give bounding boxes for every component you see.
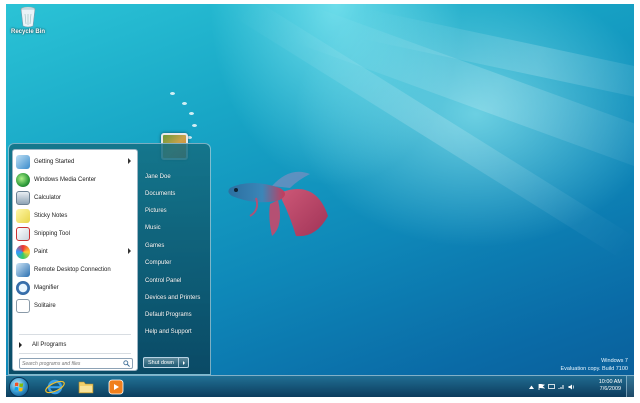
program-calculator[interactable]: Calculator [16,189,134,206]
expand-arrow-icon [19,342,22,348]
program-label: Snipping Tool [34,230,70,237]
program-windows-media-center[interactable]: Windows Media Center [16,171,134,188]
search-input[interactable] [22,359,122,368]
recycle-bin-icon [19,6,37,28]
taskbar: 10:00 AM 7/6/2009 [6,375,634,397]
separator [19,353,131,354]
taskbar-media-player[interactable] [102,377,130,397]
start-item-help-support[interactable]: Help and Support [145,326,192,338]
watermark-build: Evaluation copy. Build 7100 [560,366,628,372]
program-sticky-notes[interactable]: Sticky Notes [16,207,134,224]
betta-fish-image [228,171,328,237]
program-label: Windows Media Center [34,176,97,183]
scissors-icon [16,226,30,241]
start-button[interactable] [9,377,29,397]
volume-icon[interactable] [568,384,575,390]
bubble [189,112,194,115]
submenu-arrow-icon [128,248,131,254]
start-item-control-panel[interactable]: Control Panel [145,275,181,287]
program-label: Remote Desktop Connection [34,266,111,273]
all-programs-button[interactable]: All Programs [18,339,133,351]
internet-explorer-icon [45,379,65,395]
notification-area: 10:00 AM 7/6/2009 [522,376,634,397]
sticky-notes-icon [16,208,30,223]
taskbar-windows-explorer[interactable] [72,377,100,397]
program-getting-started[interactable]: Getting Started [16,153,134,170]
program-magnifier[interactable]: Magnifier [16,279,134,296]
remote-desktop-icon [16,262,30,277]
start-item-computer[interactable]: Computer [145,257,171,269]
recycle-bin-label: Recycle Bin [10,29,46,35]
search-box[interactable] [19,358,133,369]
watermark-edition: Windows 7 [601,358,628,364]
program-label: Calculator [34,194,62,201]
programs-pane: Getting Started Windows Media Center Cal… [12,149,138,371]
shutdown-button[interactable]: Shut down [144,358,179,367]
program-label: Sticky Notes [34,212,68,219]
program-solitaire[interactable]: Solitaire [16,297,134,314]
start-item-games[interactable]: Games [145,240,164,252]
bubble [170,92,175,95]
solitaire-icon [16,298,30,313]
start-item-devices-printers[interactable]: Devices and Printers [145,292,200,304]
clock-date: 7/6/2009 [599,386,622,392]
program-paint[interactable]: Paint [16,243,134,260]
start-item-music[interactable]: Music [145,222,161,234]
start-item-user[interactable]: Jane Doe [145,171,171,183]
calculator-icon [16,190,30,205]
monitor-icon[interactable] [548,384,555,390]
paint-icon [16,244,30,259]
bubble [182,102,187,105]
bubble [192,124,197,127]
program-label: Solitaire [34,302,56,309]
chevron-right-icon [182,360,185,365]
search-icon[interactable] [123,360,130,367]
media-center-icon [16,172,30,187]
start-item-default-programs[interactable]: Default Programs [145,309,192,321]
desktop: Recycle Bin Getting Started Windows Medi… [6,4,634,397]
all-programs-label: All Programs [32,342,67,348]
shutdown-options-button[interactable] [179,358,188,367]
show-desktop-button[interactable] [626,376,634,397]
magnifier-icon [16,280,30,295]
windows-explorer-icon [78,381,94,394]
recycle-bin-shortcut[interactable]: Recycle Bin [8,4,48,35]
program-label: Getting Started [34,158,75,165]
start-item-documents[interactable]: Documents [145,188,175,200]
program-label: Magnifier [34,284,59,291]
start-item-pictures[interactable]: Pictures [145,205,167,217]
windows-logo-icon [14,382,24,392]
program-remote-desktop[interactable]: Remote Desktop Connection [16,261,134,278]
network-icon[interactable] [558,384,565,390]
show-hidden-icons-icon[interactable] [528,384,535,390]
action-center-flag-icon[interactable] [538,384,545,390]
media-player-icon [108,379,124,395]
submenu-arrow-icon [128,158,131,164]
shutdown-button-group: Shut down [143,357,189,368]
start-menu: Getting Started Windows Media Center Cal… [8,143,211,375]
separator [19,334,131,335]
taskbar-internet-explorer[interactable] [41,377,69,397]
system-clock[interactable]: 10:00 AM 7/6/2009 [599,379,622,393]
clock-time: 10:00 AM [598,379,622,385]
program-label: Paint [34,248,48,255]
getting-started-icon [16,154,30,169]
program-snipping-tool[interactable]: Snipping Tool [16,225,134,242]
